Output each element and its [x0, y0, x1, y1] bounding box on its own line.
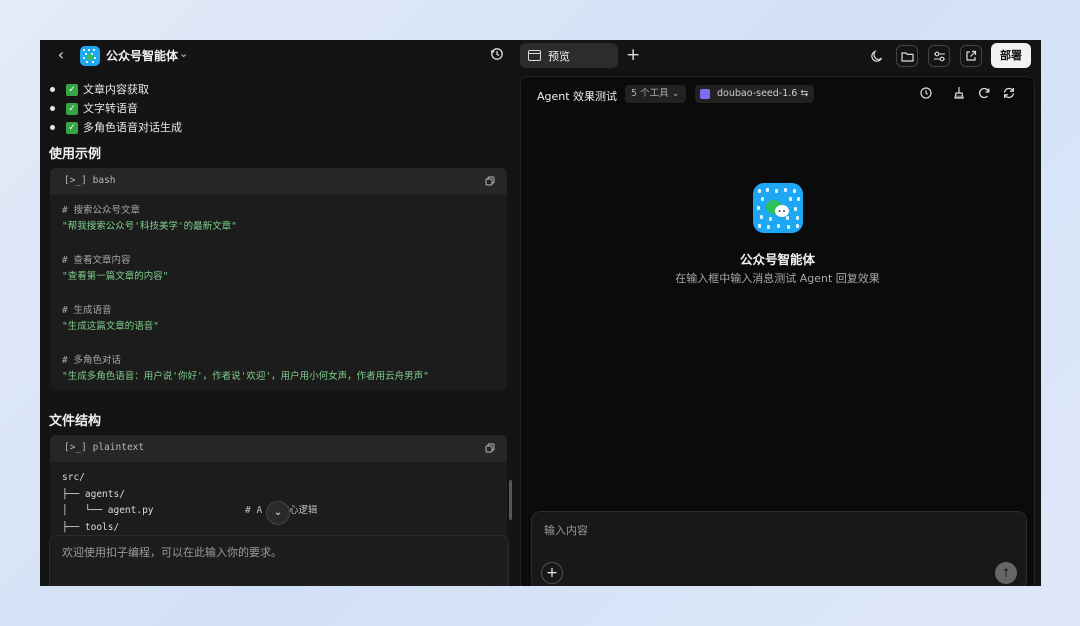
feature-label: 文章内容获取 [83, 83, 149, 96]
feature-list: ✓ 文章内容获取 ✓ 文字转语音 ✓ 多角色语音对话生成 [50, 80, 182, 137]
tab-label: 预览 [548, 49, 570, 63]
app-name[interactable]: 公众号智能体 [106, 47, 178, 64]
preview-pane: Agent 效果测试 5 个工具 ⌄ doubao-seed-1.6 ⇆ 公众号… [520, 76, 1035, 586]
browser-window-icon [528, 50, 541, 61]
code-language: [>_] bash [64, 175, 116, 186]
plus-icon[interactable]: + [541, 562, 563, 584]
checkmark-icon: ✓ [66, 102, 78, 115]
left-prompt-input[interactable] [60, 545, 484, 560]
list-item: ✓ 文字转语音 [50, 99, 182, 118]
checkmark-icon: ✓ [66, 83, 78, 96]
feature-label: 多角色语音对话生成 [83, 121, 182, 134]
usage-heading: 使用示例 [49, 147, 102, 162]
code-comment: # 多角色对话 [62, 355, 121, 366]
refresh-icon[interactable] [977, 86, 993, 102]
tools-dropdown[interactable]: 5 个工具 ⌄ [625, 85, 686, 103]
left-header: ‹ 公众号智能体 ⌄ [40, 40, 518, 72]
model-selector[interactable]: doubao-seed-1.6 ⇆ [695, 85, 815, 103]
checkmark-icon: ✓ [66, 121, 78, 134]
feature-label: 文字转语音 [83, 102, 138, 115]
settings-sliders-icon[interactable] [928, 45, 950, 67]
plus-icon[interactable]: + [626, 45, 640, 65]
code-comment: # 生成语音 [62, 305, 112, 316]
code-language: [>_] plaintext [64, 442, 145, 453]
preview-tabbar: 预览 + 部署 [518, 40, 1041, 72]
model-label: doubao-seed-1.6 ⇆ [717, 88, 809, 99]
history-icon[interactable] [490, 47, 508, 65]
code-header: [>_] bash [50, 168, 507, 195]
agent-hint: 在输入框中输入消息测试 Agent 回复效果 [675, 272, 880, 285]
tab-preview[interactable]: 预览 [520, 43, 618, 68]
copy-icon[interactable] [485, 176, 495, 186]
chat-input-box: + ↑ [531, 511, 1027, 586]
model-icon [700, 89, 710, 99]
moon-icon[interactable] [866, 45, 888, 67]
agent-logo-icon [753, 183, 803, 233]
code-string: "帮我搜索公众号'科技美学'的最新文章" [62, 221, 237, 232]
usage-code-block: [>_] bash # 搜索公众号文章 "帮我搜索公众号'科技美学'的最新文章"… [50, 168, 507, 390]
code-string: "生成多角色语音：用户说'你好'，作者说'欢迎'，用户用小何女声，作者用云舟男声… [62, 371, 429, 382]
code-header: [>_] plaintext [50, 435, 507, 462]
left-prompt-box [49, 535, 509, 586]
code-string: "生成这篇文章的语音" [62, 321, 159, 332]
send-arrow-icon[interactable]: ↑ [995, 562, 1017, 584]
editor-pane: ‹ 公众号智能体 ⌄ ✓ 文章内容获取 ✓ 文字转语音 ✓ 多角色语音对话生成 … [40, 40, 518, 586]
code-line: src/ [62, 472, 85, 483]
app-logo-icon [80, 46, 100, 66]
code-comment: # 搜索公众号文章 [62, 205, 140, 216]
chat-input[interactable] [542, 523, 986, 538]
code-string: "查看第一篇文章的内容" [62, 271, 169, 282]
sync-icon[interactable] [1002, 86, 1018, 102]
scrollbar[interactable] [509, 480, 512, 520]
history-icon[interactable] [919, 86, 935, 102]
preview-title: Agent 效果测试 [537, 90, 618, 103]
scroll-down-button[interactable]: ⌄ [266, 501, 290, 525]
copy-icon[interactable] [485, 443, 495, 453]
code-comment: # 查看文章内容 [62, 255, 131, 266]
deploy-button[interactable]: 部署 [991, 43, 1031, 68]
chevron-left-icon[interactable]: ‹ [52, 46, 70, 64]
agent-name: 公众号智能体 [739, 252, 815, 267]
folder-icon[interactable] [896, 45, 918, 67]
list-item: ✓ 文章内容获取 [50, 80, 182, 99]
app-window: ‹ 公众号智能体 ⌄ ✓ 文章内容获取 ✓ 文字转语音 ✓ 多角色语音对话生成 … [40, 40, 1041, 586]
broom-icon[interactable] [952, 86, 968, 102]
code-body: # 搜索公众号文章 "帮我搜索公众号'科技美学'的最新文章" # 查看文章内容 … [50, 195, 507, 390]
files-heading: 文件结构 [49, 414, 102, 429]
chevron-down-icon[interactable]: ⌄ [179, 47, 188, 60]
files-code-block: [>_] plaintext src/ ├── agents/ │ └── ag… [50, 435, 507, 545]
list-item: ✓ 多角色语音对话生成 [50, 118, 182, 137]
external-link-icon[interactable] [960, 45, 982, 67]
